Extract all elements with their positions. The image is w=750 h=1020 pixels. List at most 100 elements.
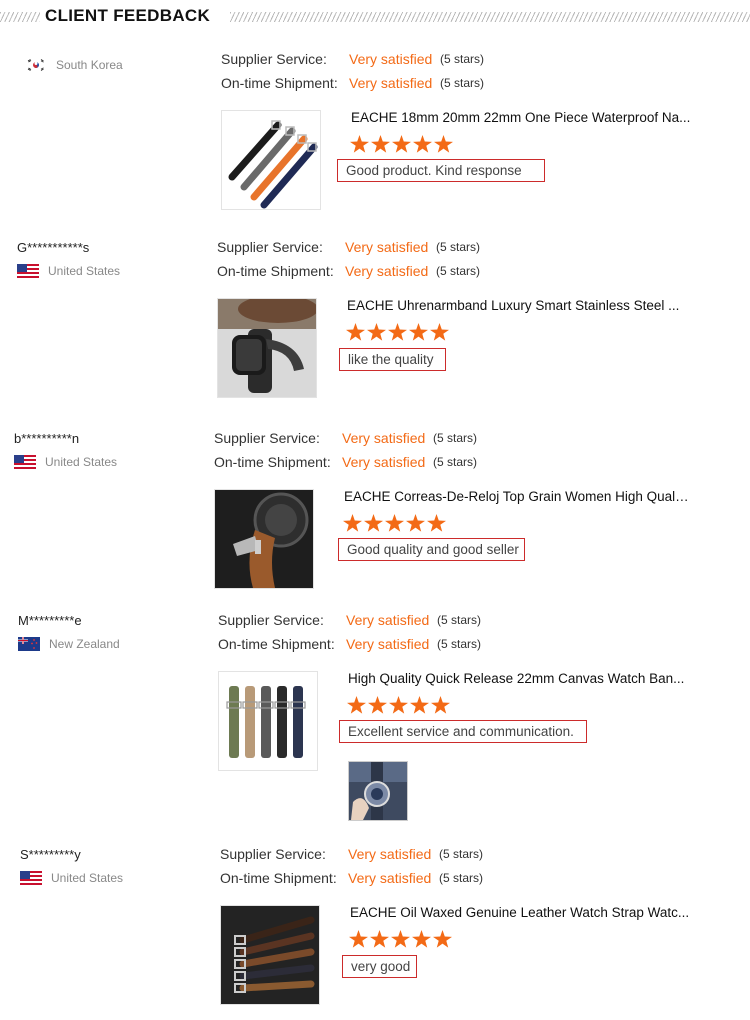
- ontime-shipment-stars: (5 stars): [440, 76, 485, 90]
- country-name: South Korea: [56, 58, 123, 72]
- star-icon: [409, 323, 428, 341]
- supplier-service-stars: (5 stars): [440, 52, 485, 66]
- product-title[interactable]: High Quality Quick Release 22mm Canvas W…: [348, 671, 693, 686]
- review-comment: very good: [342, 955, 417, 978]
- review-comment: like the quality: [339, 348, 446, 371]
- star-icon: [389, 696, 408, 714]
- ontime-shipment-stars: (5 stars): [437, 637, 482, 651]
- review-comment: Good quality and good seller: [338, 538, 525, 561]
- star-icon: [350, 135, 369, 153]
- star-icon: [364, 514, 383, 532]
- ontime-shipment-label: On-time Shipment:: [220, 870, 337, 886]
- united-states-flag-icon: [17, 264, 39, 278]
- reviewer-country: New Zealand: [18, 637, 120, 651]
- ontime-shipment-value: Very satisfied: [349, 75, 433, 91]
- supplier-service-stars: (5 stars): [437, 613, 482, 627]
- section-header: CLIENT FEEDBACK: [0, 0, 750, 34]
- review-comment: Excellent service and communication.: [339, 720, 587, 743]
- product-thumbnail[interactable]: [218, 671, 318, 771]
- supplier-service-label: Supplier Service:: [218, 612, 324, 628]
- ontime-shipment-value: Very satisfied: [345, 263, 429, 279]
- reviewer-country: South Korea: [25, 58, 123, 72]
- reviewer-country: United States: [17, 264, 120, 278]
- ontime-shipment-value: Very satisfied: [346, 636, 430, 652]
- united-states-flag-icon: [14, 455, 36, 469]
- star-icon: [388, 323, 407, 341]
- ontime-shipment-stars: (5 stars): [433, 455, 478, 469]
- buyer-photo-thumbnail[interactable]: [348, 761, 408, 821]
- star-icon: [349, 930, 368, 948]
- star-icon: [434, 135, 453, 153]
- header-hatch-left: [0, 12, 40, 22]
- reviewer-name: G***********s: [17, 240, 90, 255]
- oil-waxed-leather-straps-image: [221, 906, 319, 1004]
- review-comment: Good product. Kind response: [337, 159, 545, 182]
- ontime-shipment-stars: (5 stars): [436, 264, 481, 278]
- star-icon: [385, 514, 404, 532]
- product-rating-stars: [347, 696, 450, 714]
- ontime-shipment-stars: (5 stars): [439, 871, 484, 885]
- reviewer-country: United States: [14, 455, 117, 469]
- south-korea-flag-icon: [25, 58, 47, 72]
- ontime-shipment-label: On-time Shipment:: [218, 636, 335, 652]
- star-icon: [406, 514, 425, 532]
- supplier-service-value: Very satisfied: [348, 846, 432, 862]
- supplier-service-label: Supplier Service:: [217, 239, 323, 255]
- reviewer-name: b**********n: [14, 431, 80, 446]
- reviewer-country: United States: [20, 871, 123, 885]
- star-icon: [412, 930, 431, 948]
- star-icon: [410, 696, 429, 714]
- product-title[interactable]: EACHE Uhrenarmband Luxury Smart Stainles…: [347, 298, 692, 313]
- star-icon: [392, 135, 411, 153]
- product-rating-stars: [346, 323, 449, 341]
- product-thumbnail[interactable]: [220, 905, 320, 1005]
- star-icon: [433, 930, 452, 948]
- ontime-shipment-value: Very satisfied: [342, 454, 426, 470]
- star-icon: [413, 135, 432, 153]
- star-icon: [346, 323, 365, 341]
- country-name: New Zealand: [49, 637, 120, 651]
- canvas-strap-set-image: [219, 672, 317, 770]
- new-zealand-flag-icon: [18, 637, 40, 651]
- product-thumbnail[interactable]: [214, 489, 314, 589]
- star-icon: [367, 323, 386, 341]
- star-icon: [391, 930, 410, 948]
- product-rating-stars: [343, 514, 446, 532]
- supplier-service-value: Very satisfied: [346, 612, 430, 628]
- star-icon: [370, 930, 389, 948]
- ontime-shipment-label: On-time Shipment:: [217, 263, 334, 279]
- star-icon: [430, 323, 449, 341]
- country-name: United States: [51, 871, 124, 885]
- supplier-service-label: Supplier Service:: [214, 430, 320, 446]
- product-title[interactable]: EACHE Oil Waxed Genuine Leather Watch St…: [350, 905, 695, 920]
- ontime-shipment-value: Very satisfied: [348, 870, 432, 886]
- header-hatch-right: [230, 12, 750, 22]
- buyer-watch-photo: [349, 762, 407, 820]
- supplier-service-stars: (5 stars): [439, 847, 484, 861]
- smartwatch-mesh-band-image: [218, 299, 316, 397]
- star-icon: [343, 514, 362, 532]
- star-icon: [431, 696, 450, 714]
- ontime-shipment-label: On-time Shipment:: [214, 454, 331, 470]
- star-icon: [371, 135, 390, 153]
- product-title[interactable]: EACHE Correas-De-Reloj Top Grain Women H…: [344, 489, 689, 504]
- product-title[interactable]: EACHE 18mm 20mm 22mm One Piece Waterproo…: [351, 110, 696, 125]
- product-thumbnail[interactable]: [221, 110, 321, 210]
- supplier-service-stars: (5 stars): [433, 431, 478, 445]
- ontime-shipment-label: On-time Shipment:: [221, 75, 338, 91]
- country-name: United States: [45, 455, 118, 469]
- star-icon: [347, 696, 366, 714]
- reviewer-name: S*********y: [20, 847, 81, 862]
- product-rating-stars: [349, 930, 452, 948]
- supplier-service-value: Very satisfied: [349, 51, 433, 67]
- nylon-strap-set-image: [222, 111, 320, 209]
- supplier-service-stars: (5 stars): [436, 240, 481, 254]
- reviewer-name: M*********e: [18, 613, 82, 628]
- section-title: CLIENT FEEDBACK: [45, 6, 211, 25]
- supplier-service-value: Very satisfied: [342, 430, 426, 446]
- supplier-service-label: Supplier Service:: [221, 51, 327, 67]
- product-thumbnail[interactable]: [217, 298, 317, 398]
- leather-strap-watch-image: [215, 490, 313, 588]
- star-icon: [427, 514, 446, 532]
- product-rating-stars: [350, 135, 453, 153]
